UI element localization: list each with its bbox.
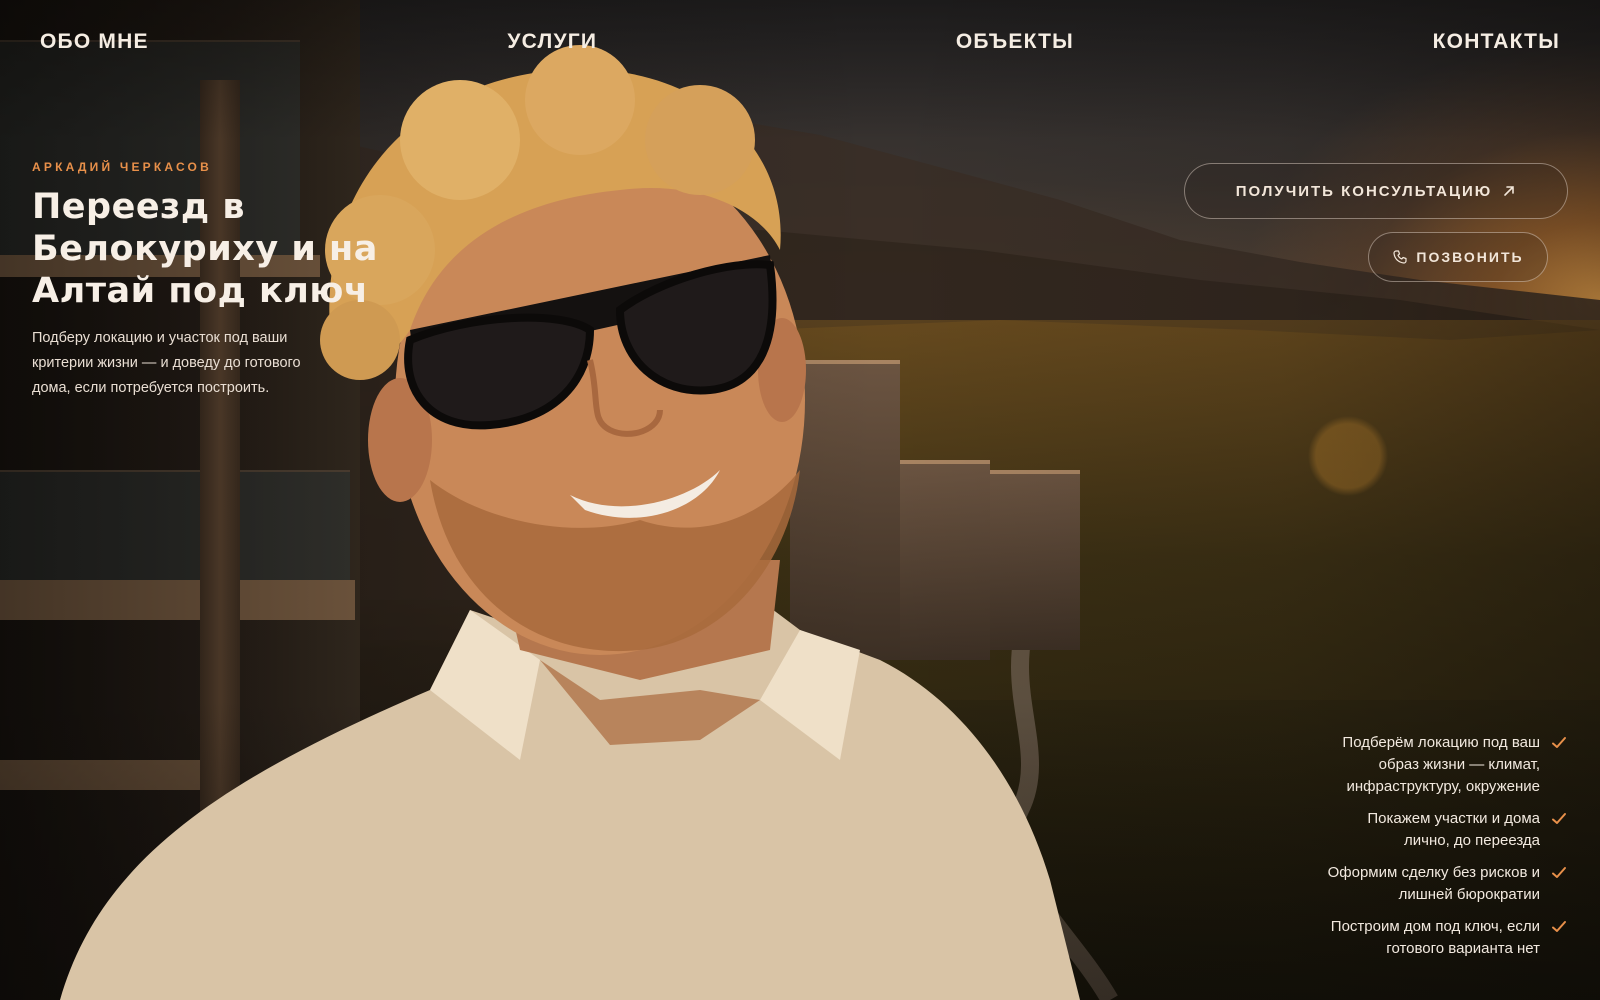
check-icon [1552,867,1566,878]
consult-button-label: ПОЛУЧИТЬ КОНСУЛЬТАЦИЮ [1235,182,1493,200]
call-button[interactable]: ПОЗВОНИТЬ [1368,232,1548,282]
nav-objects[interactable]: ОБЪЕКТЫ [956,30,1074,54]
benefit-line: Покажем участки и дома [1367,810,1540,827]
phone-icon [1393,250,1408,264]
benefits-list: Подберём локацию под ваш образ жизни — к… [1258,732,1568,970]
author-name: АРКАДИЙ ЧЕРКАСОВ [32,160,212,174]
benefit-line: Построим дом под ключ, если [1330,918,1540,935]
benefit-text: Подберём локацию под ваш образ жизни — к… [1342,732,1540,798]
list-item: Покажем участки и дома лично, до переезд… [1258,808,1568,852]
benefit-text: Покажем участки и дома лично, до переезд… [1367,808,1540,852]
top-nav: ОБО МНЕ УСЛУГИ ОБЪЕКТЫ КОНТАКТЫ [40,30,1560,54]
benefit-line: лично, до переезда [1404,832,1540,849]
check-icon [1552,813,1566,824]
arrow-up-right-icon [1504,186,1515,196]
benefit-line: готового варианта нет [1386,940,1540,957]
benefit-line: Оформим сделку без рисков и [1327,864,1540,881]
hero-section: ОБО МНЕ УСЛУГИ ОБЪЕКТЫ КОНТАКТЫ АРКАДИЙ … [0,0,1600,1000]
benefit-text: Оформим сделку без рисков и лишней бюрок… [1328,862,1540,906]
list-item: Подберём локацию под ваш образ жизни — к… [1258,732,1568,798]
list-item: Построим дом под ключ, если готового вар… [1258,916,1568,960]
list-item: Оформим сделку без рисков и лишней бюрок… [1258,862,1568,906]
call-button-label: ПОЗВОНИТЬ [1416,249,1524,265]
title-line-2: Белокуриху и на [32,229,378,269]
benefit-text: Построим дом под ключ, если готового вар… [1331,916,1540,960]
benefit-line: Подберём локацию под ваш [1342,734,1540,751]
check-icon [1552,737,1566,748]
benefit-line: инфраструктуру, окружение [1346,778,1540,795]
hero-lead: Подберу локацию и участок под ваши крите… [32,330,301,396]
title-line-1: Переезд в [32,187,245,227]
cta-group: ПОЛУЧИТЬ КОНСУЛЬТАЦИЮ ПОЗВОНИТЬ [1184,163,1568,282]
benefit-line: лишней бюрократии [1398,886,1540,903]
nav-contacts[interactable]: КОНТАКТЫ [1433,30,1560,54]
title-line-3: Алтай под ключ [32,271,369,311]
nav-services[interactable]: УСЛУГИ [507,30,597,54]
page-title: Переезд в Белокуриху и на Алтай под ключ [32,186,452,312]
benefit-line: образ жизни — климат, [1378,756,1540,773]
nav-about[interactable]: ОБО МНЕ [40,30,149,54]
consult-button[interactable]: ПОЛУЧИТЬ КОНСУЛЬТАЦИЮ [1184,163,1568,219]
check-icon [1552,921,1566,932]
hero-intro: АРКАДИЙ ЧЕРКАСОВ Переезд в Белокуриху и … [32,160,452,401]
